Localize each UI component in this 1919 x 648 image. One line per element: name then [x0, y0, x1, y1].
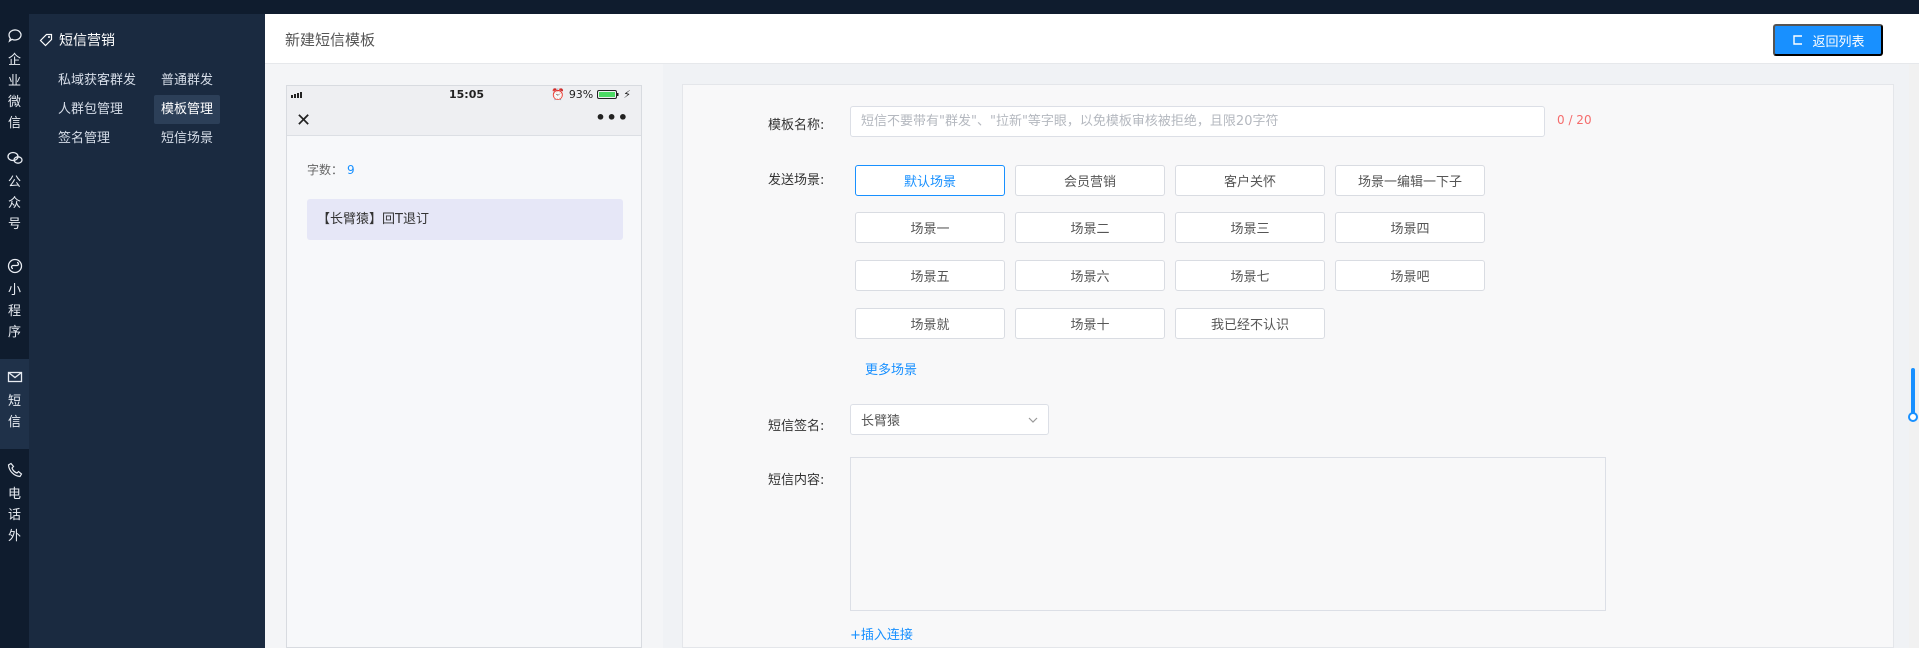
phone-nav-bar: ✕ ••• [287, 104, 641, 136]
rail-label-phone: 电话外 [7, 487, 21, 544]
scene-option[interactable]: 场景就 [855, 308, 1005, 339]
rail-label-mini-program: 小程序 [7, 283, 21, 340]
close-icon[interactable]: ✕ [296, 110, 311, 131]
rail-item-phone[interactable]: 电话外 [0, 452, 29, 648]
phone-preview-area: 15:05 ⏰ 93% ⚡ ✕ ••• 字数： 9 【长臂猿】回T退订 [265, 64, 663, 648]
rail-label-official-account: 公众号 [7, 175, 21, 232]
sms-signature-label: 短信签名: [768, 419, 825, 434]
template-name-counter: 0 / 20 [1557, 113, 1592, 127]
char-count: 字数： 9 [307, 161, 355, 178]
tag-icon [39, 33, 53, 47]
template-name-label: 模板名称: [768, 118, 825, 133]
sms-preview-bubble: 【长臂猿】回T退订 [307, 199, 623, 240]
scene-option[interactable]: 场景二 [1015, 212, 1165, 243]
rail-item-mini-program[interactable]: 小程序 [0, 258, 29, 358]
scene-option[interactable]: 场景一 [855, 212, 1005, 243]
page-title: 新建短信模板 [285, 31, 376, 49]
scene-option[interactable]: 场景十 [1015, 308, 1165, 339]
insert-link-button[interactable]: +插入连接 [850, 624, 913, 643]
signal-icon [291, 92, 302, 98]
scene-option[interactable]: 场景六 [1015, 260, 1165, 291]
chat-bubble-icon [7, 29, 22, 43]
phone-time: 15:05 [449, 88, 485, 101]
scene-option[interactable]: 场景吧 [1335, 260, 1485, 291]
module-rail: 企业微信 公众号 小程序 短信 电话外 [0, 14, 29, 648]
phone-icon [7, 462, 22, 478]
submenu-link-crowd-pack[interactable]: 人群包管理 [51, 95, 130, 124]
battery-percent: 93% [568, 88, 594, 101]
submenu-link-template-manage[interactable]: 模板管理 [154, 95, 221, 124]
char-count-value: 9 [347, 163, 355, 177]
mini-program-icon [7, 258, 22, 274]
phone-preview: 15:05 ⏰ 93% ⚡ ✕ ••• 字数： 9 【长臂猿】回T退订 [286, 85, 642, 648]
sms-signature-value: 长臂猿 [861, 414, 901, 429]
phone-battery: ⏰ 93% ⚡ [551, 88, 631, 101]
scene-option[interactable]: 场景七 [1175, 260, 1325, 291]
submenu-title-text: 短信营销 [59, 33, 115, 49]
chevron-down-icon [1028, 417, 1038, 423]
submenu-link-signature[interactable]: 签名管理 [51, 124, 117, 153]
rail-item-official-account[interactable]: 公众号 [0, 150, 29, 260]
template-name-input[interactable] [850, 106, 1545, 137]
scene-option[interactable]: 会员营销 [1015, 165, 1165, 196]
scene-option[interactable]: 我已经不认识 [1175, 308, 1325, 339]
scene-option[interactable]: 场景一编辑一下子 [1335, 165, 1485, 196]
rail-label-wecom: 企业微信 [7, 53, 21, 131]
charging-icon: ⚡ [623, 88, 631, 101]
rail-item-sms[interactable]: 短信 [0, 359, 29, 449]
sms-content-label: 短信内容: [768, 473, 825, 488]
scene-option[interactable]: 场景四 [1335, 212, 1485, 243]
scene-option[interactable]: 默认场景 [855, 165, 1005, 196]
return-icon [1793, 35, 1803, 45]
scene-option[interactable]: 客户关怀 [1175, 165, 1325, 196]
scrollbar-thumb[interactable] [1911, 368, 1915, 418]
battery-icon [597, 90, 619, 99]
send-scene-label: 发送场景: [768, 173, 825, 188]
back-to-list-button[interactable]: 返回列表 [1773, 24, 1883, 56]
submenu-link-bulk-send[interactable]: 普通群发 [154, 66, 220, 95]
sms-signature-select[interactable]: 长臂猿 [850, 404, 1049, 435]
submenu-link-sms-scene[interactable]: 短信场景 [154, 124, 220, 153]
top-strip [0, 0, 1919, 14]
mail-icon [7, 371, 22, 383]
page-header: 新建短信模板 返回列表 [265, 14, 1919, 64]
scene-option[interactable]: 场景五 [855, 260, 1005, 291]
scrollbar-handle[interactable] [1908, 412, 1918, 422]
wechat-icon [6, 151, 23, 164]
scene-option[interactable]: 场景三 [1175, 212, 1325, 243]
more-scenes-link[interactable]: 更多场景 [865, 359, 917, 378]
submenu-title: 短信营销 [39, 30, 115, 50]
submenu-link-private-domain[interactable]: 私域获客群发 [51, 66, 143, 95]
alarm-icon: ⏰ [551, 88, 565, 101]
sms-content-textarea[interactable] [850, 457, 1606, 611]
rail-item-wecom[interactable]: 企业微信 [0, 28, 29, 164]
sms-submenu: 短信营销 私域获客群发 普通群发 人群包管理 模板管理 签名管理 短信场景 [29, 14, 265, 648]
phone-status-bar: 15:05 ⏰ 93% ⚡ [287, 86, 641, 104]
more-icon[interactable]: ••• [595, 108, 629, 127]
page-scrollbar[interactable] [1909, 64, 1919, 648]
rail-label-sms: 短信 [7, 394, 21, 430]
char-count-label: 字数： [307, 163, 344, 177]
back-to-list-label: 返回列表 [1812, 33, 1865, 49]
